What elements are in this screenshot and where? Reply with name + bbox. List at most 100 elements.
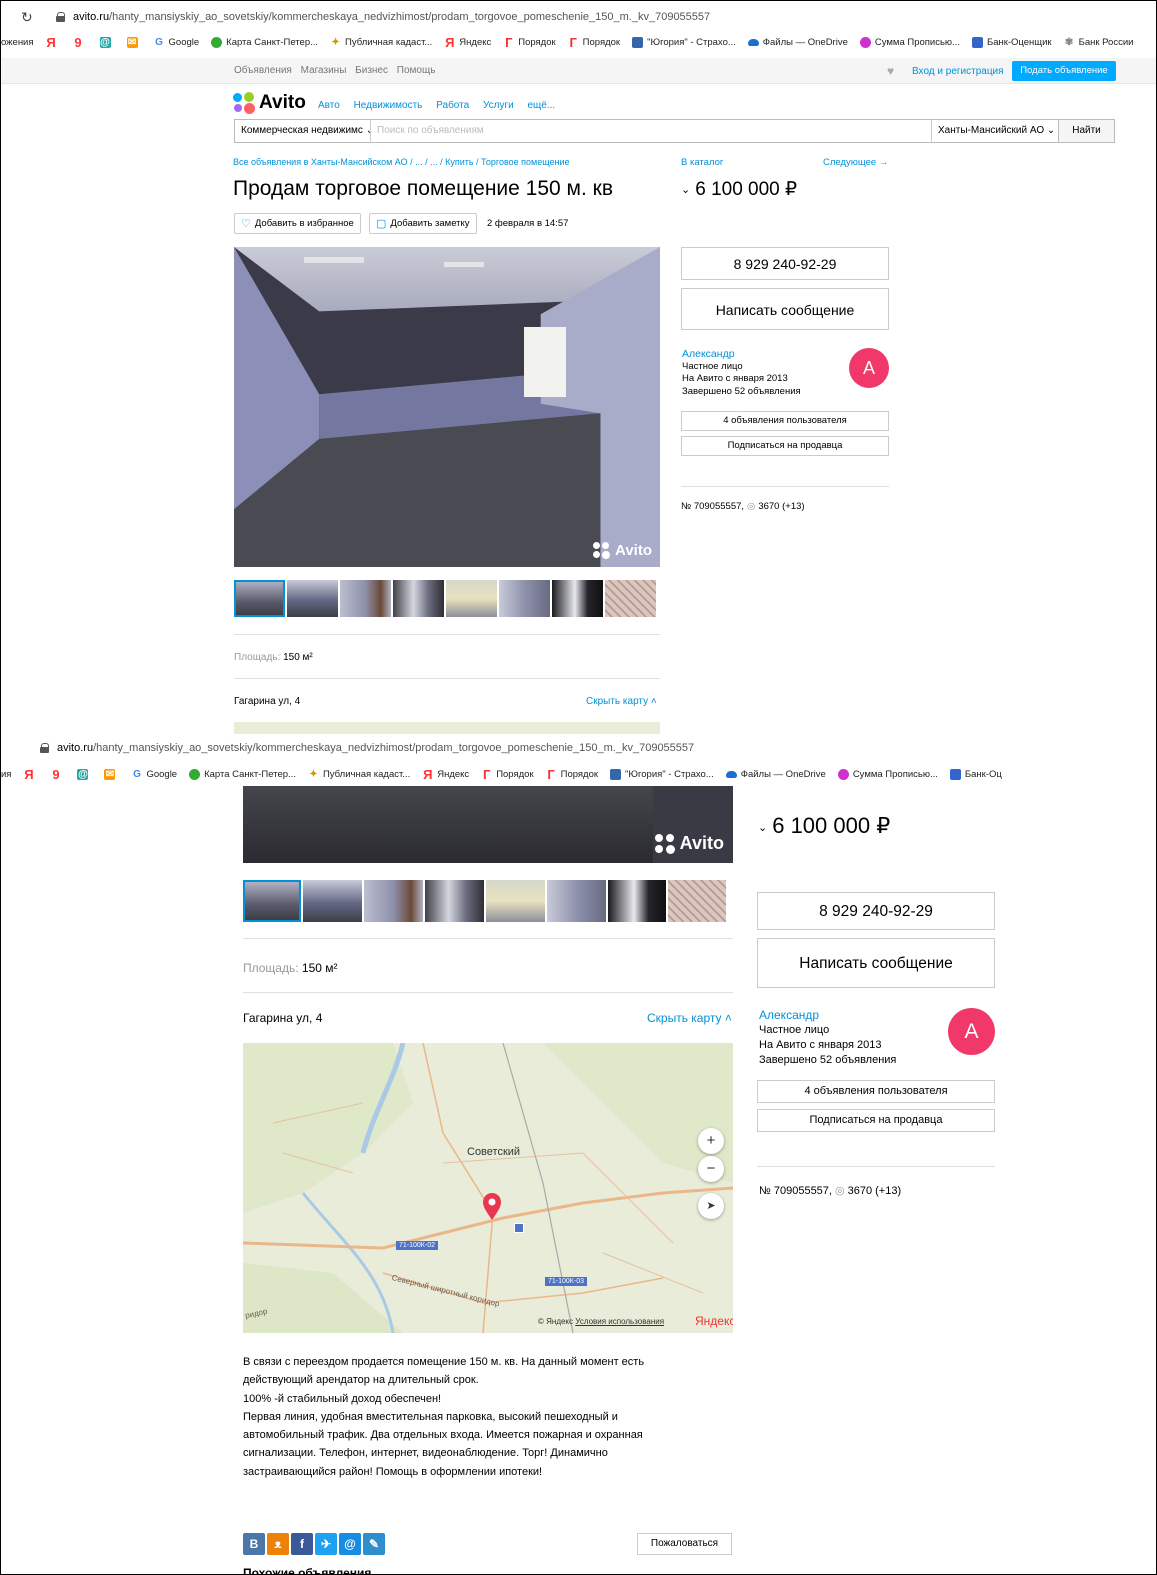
bookmark-poryadok[interactable]: Г Порядок [568, 36, 620, 49]
search-category-select[interactable]: Коммерческая недвижимс ⌄ [235, 120, 371, 142]
subscribe-button[interactable]: Подписаться на продавца [757, 1109, 995, 1132]
thumbnail[interactable] [486, 880, 545, 922]
avito-logo[interactable]: Avito [233, 92, 306, 114]
login-link[interactable]: Вход и регистрация [912, 66, 1004, 77]
twitter-share-icon[interactable]: ✈ [315, 1533, 337, 1555]
nav-help[interactable]: Помощь [397, 65, 436, 76]
thumbnail[interactable] [287, 580, 338, 617]
bookmark-mail-icon[interactable]: @ [77, 768, 92, 780]
avatar[interactable]: А [849, 348, 889, 388]
vk-share-icon[interactable]: В [243, 1533, 265, 1555]
write-message-button[interactable]: Написать сообщение [757, 938, 995, 988]
thumbnail[interactable] [605, 580, 656, 617]
bookmark-google[interactable]: G Google [154, 37, 199, 48]
thumbnail[interactable] [243, 880, 301, 922]
category-realty[interactable]: Недвижимость [354, 100, 423, 111]
thumbnail[interactable] [446, 580, 497, 617]
address-bar[interactable]: avito.ru/hanty_mansiyskiy_ao_sovetskiy/k… [1, 737, 1156, 759]
ok-share-icon[interactable]: ᴥ [267, 1533, 289, 1555]
subscribe-button[interactable]: Подписаться на продавца [681, 436, 889, 456]
bookmark[interactable]: ожения [1, 37, 34, 48]
thumbnail[interactable] [552, 580, 603, 617]
bookmark-yugoria[interactable]: "Югория" - Страхо... [610, 768, 714, 780]
nav-business[interactable]: Бизнес [355, 65, 388, 76]
bookmark-poryadok[interactable]: Г Порядок [503, 36, 556, 49]
bookmark-envelope-icon[interactable]: ✉ [104, 768, 119, 780]
main-photo[interactable]: Avito [243, 786, 733, 863]
region-select[interactable]: Ханты-Мансийский АО ⌄ [931, 120, 1058, 142]
thumbnail[interactable] [234, 580, 285, 617]
main-photo[interactable]: Avito [234, 247, 660, 567]
add-note-button[interactable]: ▢ Добавить заметку [369, 213, 477, 234]
category-services[interactable]: Услуги [483, 100, 514, 111]
user-ads-button[interactable]: 4 объявления пользователя [681, 411, 889, 431]
category-more[interactable]: ещё... [528, 100, 556, 111]
yandex-logo[interactable]: Яндекс [695, 1314, 733, 1328]
bookmark[interactable]: ия [1, 769, 11, 780]
bookmark-bank-appraiser[interactable]: Банк-Оценщик [971, 36, 1052, 48]
bookmark-sum-words[interactable]: Сумма Прописью... [837, 768, 938, 780]
bookmark-sum-words[interactable]: Сумма Прописью... [859, 36, 960, 48]
thumbnail[interactable] [340, 580, 391, 617]
bookmark-poryadok[interactable]: Г Порядок [481, 768, 534, 781]
thumbnail[interactable] [303, 880, 362, 922]
user-ads-button[interactable]: 4 объявления пользователя [757, 1080, 995, 1103]
bookmark-yandex-icon[interactable]: Я [23, 768, 38, 781]
next-ad-link[interactable]: Следующее → [823, 157, 888, 168]
locate-icon[interactable]: ➤ [698, 1193, 724, 1219]
bookmark-onedrive[interactable]: Файлы — OneDrive [725, 769, 826, 780]
catalog-link[interactable]: В каталог [681, 157, 723, 168]
map[interactable]: Советский 71-100К-02 71-100К-03 Северный… [243, 1043, 733, 1333]
bookmark-maps-icon[interactable]: 9 [50, 768, 65, 781]
facebook-share-icon[interactable]: f [291, 1533, 313, 1555]
search-button[interactable]: Найти [1058, 120, 1114, 142]
bookmark-spb-map[interactable]: Карта Санкт-Петер... [211, 36, 318, 48]
bookmark-google[interactable]: G Google [131, 769, 177, 780]
complain-button[interactable]: Пожаловаться [637, 1533, 732, 1555]
bookmark-envelope-icon[interactable]: ✉ [126, 36, 142, 48]
bookmark-maps-icon[interactable]: 9 [73, 36, 88, 49]
bookmark-bank-russia[interactable]: ✾ Банк России [1064, 37, 1134, 48]
mailru-share-icon[interactable]: @ [339, 1533, 361, 1555]
phone-button[interactable]: 8 929 240-92-29 [757, 892, 995, 930]
thumbnail[interactable] [393, 580, 444, 617]
bookmark-yandex[interactable]: Я Яндекс [444, 36, 491, 49]
thumbnail[interactable] [668, 880, 726, 922]
bookmark-onedrive[interactable]: Файлы — OneDrive [747, 37, 848, 48]
bookmark-yandex-icon[interactable]: Я [46, 36, 61, 49]
nav-ads[interactable]: Объявления [234, 65, 292, 76]
thumbnail[interactable] [499, 580, 550, 617]
address-bar[interactable]: ↻ avito.ru/hanty_mansiyskiy_ao_sovetskiy… [1, 6, 1156, 28]
bookmark-spb-map[interactable]: Карта Санкт-Петер... [189, 768, 296, 780]
zoom-in-button[interactable]: + [698, 1128, 724, 1154]
zoom-out-button[interactable]: − [698, 1156, 724, 1182]
chevron-down-icon[interactable]: ⌄ [681, 184, 690, 196]
seller-name[interactable]: Александр [759, 1008, 896, 1023]
add-favorite-button[interactable]: ♡ Добавить в избранное [234, 213, 361, 234]
thumbnail[interactable] [547, 880, 606, 922]
nav-shops[interactable]: Магазины [301, 65, 347, 76]
map-terms-link[interactable]: Условия использования [575, 1317, 664, 1326]
favorites-heart-icon[interactable]: ♥ [887, 64, 894, 78]
livejournal-share-icon[interactable]: ✎ [363, 1533, 385, 1555]
category-auto[interactable]: Авто [318, 100, 340, 111]
bookmark-cadastral[interactable]: ✦ Публичная кадаст... [330, 37, 432, 48]
breadcrumb[interactable]: Все объявления в Ханты-Мансийском АО / .… [233, 157, 570, 167]
reload-icon[interactable]: ↻ [21, 9, 35, 26]
bookmark-yandex[interactable]: Я Яндекс [422, 768, 469, 781]
hide-map-link[interactable]: Скрыть карту ˄ [647, 1011, 732, 1025]
bookmark-yugoria[interactable]: "Югория" - Страхо... [632, 36, 736, 48]
thumbnail[interactable] [364, 880, 423, 922]
bookmark-cadastral[interactable]: ✦ Публичная кадаст... [308, 769, 410, 780]
phone-button[interactable]: 8 929 240-92-29 [681, 247, 889, 280]
bookmark-poryadok[interactable]: Г Порядок [546, 768, 598, 781]
url-text[interactable]: avito.ru/hanty_mansiyskiy_ao_sovetskiy/k… [73, 11, 710, 23]
bookmark-bank-appraiser[interactable]: Банк-Оц [949, 768, 1002, 780]
write-message-button[interactable]: Написать сообщение [681, 288, 889, 330]
hide-map-link[interactable]: Скрыть карту ˄ [586, 696, 657, 707]
search-input[interactable]: Поиск по объявлениям [371, 120, 931, 142]
seller-name[interactable]: Александр [682, 348, 801, 361]
category-jobs[interactable]: Работа [436, 100, 469, 111]
avatar[interactable]: А [948, 1008, 995, 1055]
bookmark-mail-icon[interactable]: @ [99, 36, 115, 48]
